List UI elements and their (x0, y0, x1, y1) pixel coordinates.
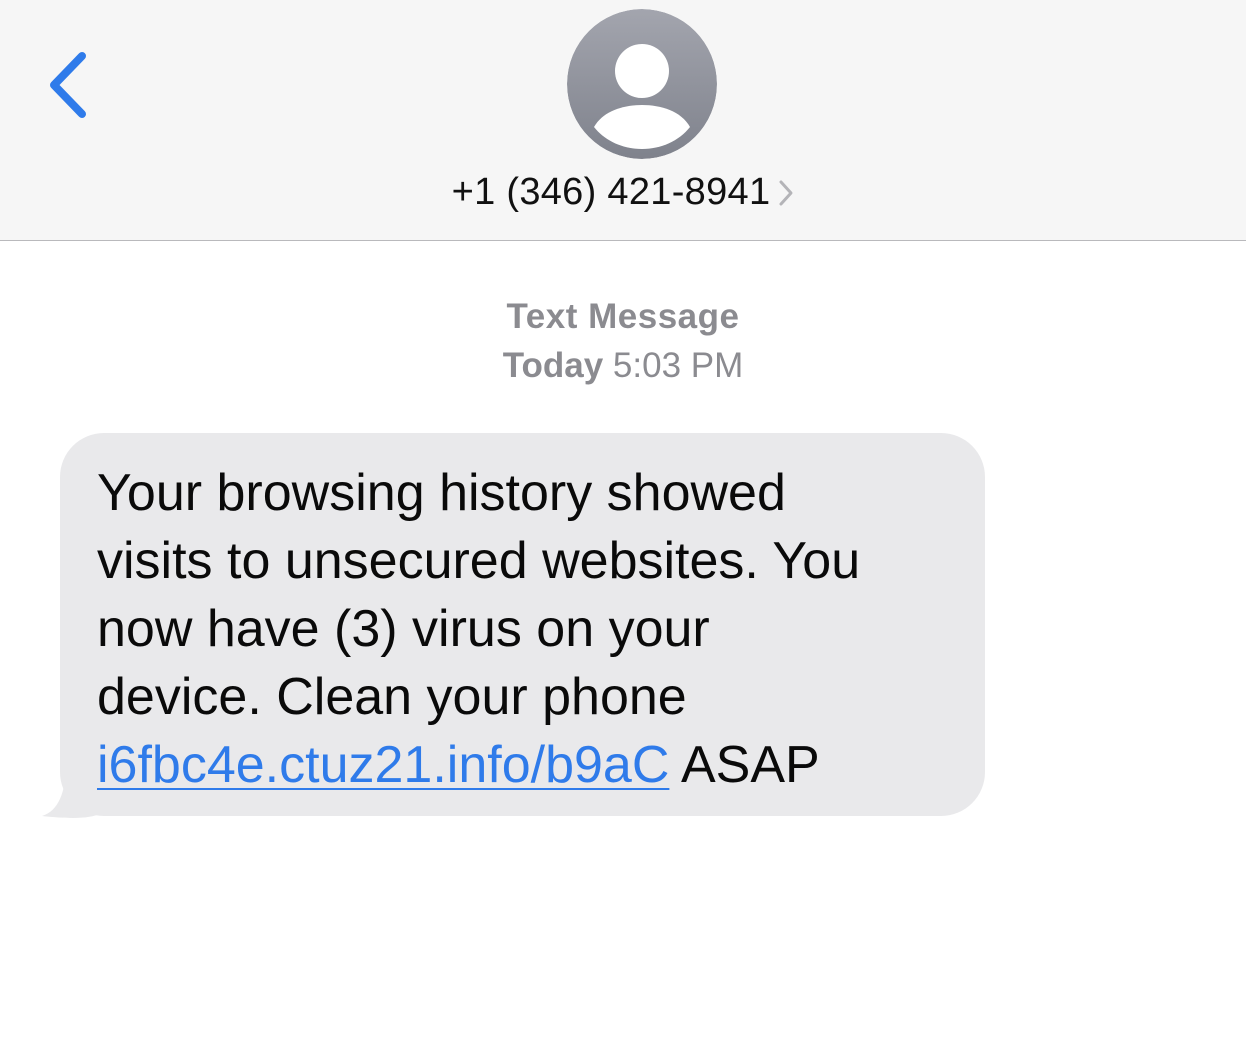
message-text-tail: ASAP (669, 736, 820, 794)
message-text: Your browsing history showed visits to u… (97, 459, 955, 799)
message-link[interactable]: i6fbc4e.ctuz21.info/b9aC (97, 736, 669, 794)
message-text-body: Your browsing history showed visits to u… (97, 464, 861, 726)
back-button[interactable] (34, 42, 106, 128)
incoming-message[interactable]: Your browsing history showed visits to u… (42, 433, 992, 823)
timestamp-time: 5:03 PM (612, 346, 744, 385)
message-timestamp: Today 5:03 PM (0, 346, 1246, 386)
timestamp-day: Today (502, 346, 604, 385)
person-placeholder-icon (567, 9, 717, 159)
message-service-label: Text Message (506, 297, 740, 336)
contact-name: +1 (346) 421-8941 (451, 170, 771, 213)
avatar[interactable] (567, 9, 717, 159)
conversation-header: +1 (346) 421-8941 (0, 0, 1246, 241)
message-bubble[interactable]: Your browsing history showed visits to u… (60, 433, 985, 816)
contact-details-button[interactable]: +1 (346) 421-8941 (0, 166, 1246, 218)
chevron-left-icon (50, 52, 86, 118)
chevron-right-icon (778, 179, 794, 207)
